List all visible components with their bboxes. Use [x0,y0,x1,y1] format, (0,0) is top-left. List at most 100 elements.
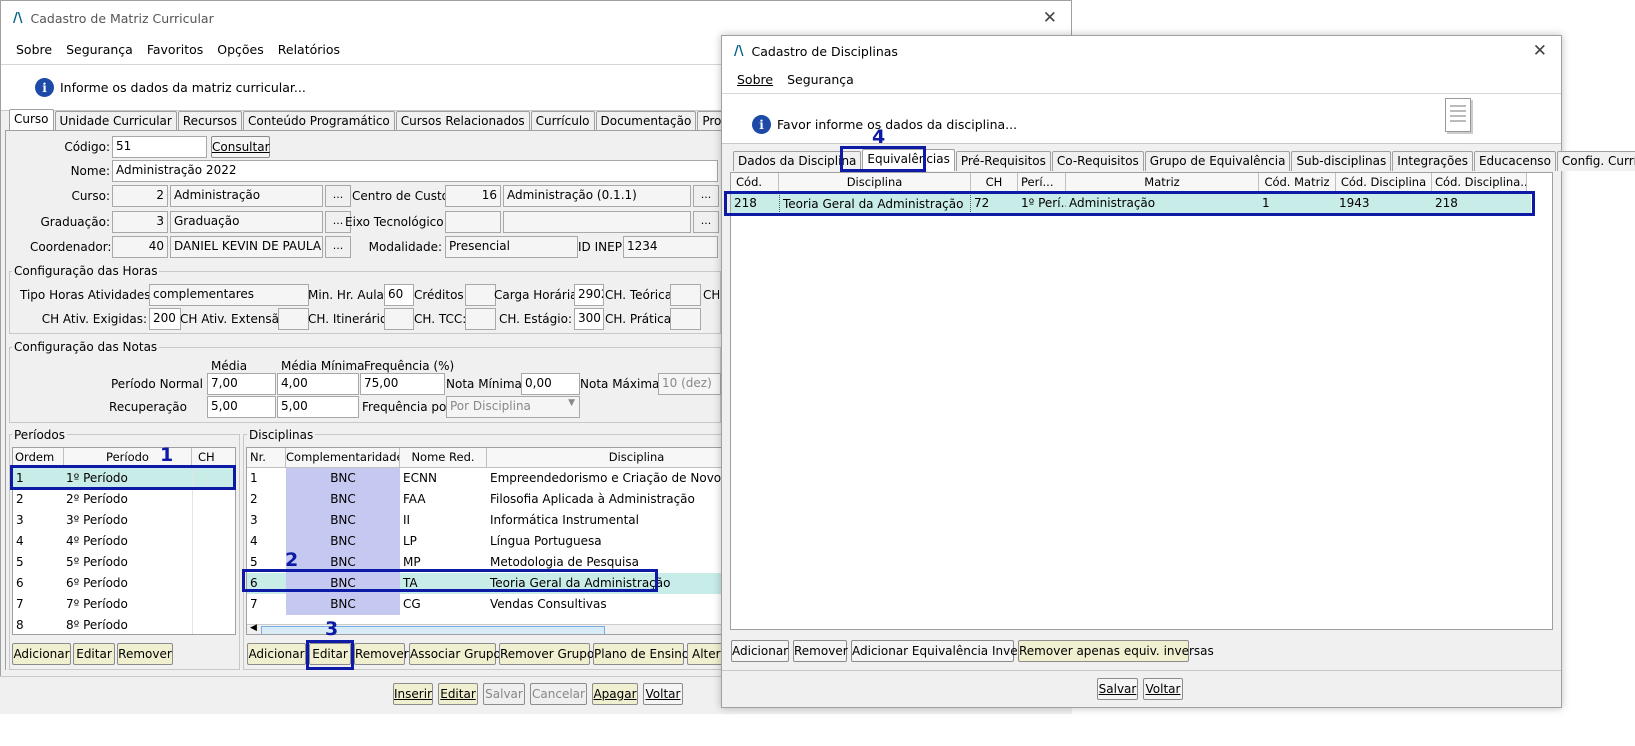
modalidade-field[interactable]: Presencial [445,236,578,258]
disc-salvar-button[interactable]: Salvar [1097,678,1138,700]
tab-curso[interactable]: Curso [9,109,54,131]
periodo-row[interactable]: 4 4º Período [13,531,235,552]
consultar-button[interactable]: Consultar [211,136,270,158]
coordenador-id-field[interactable]: 40 [112,236,168,258]
voltar-button[interactable]: Voltar [643,683,683,705]
periodo-row[interactable]: 2 2º Período [13,489,235,510]
eq-col-matriz[interactable]: Matriz [1066,173,1259,193]
graduacao-id-field[interactable]: 3 [112,211,168,233]
periodo-adicionar-button[interactable]: Adicionar [12,643,71,665]
eq-col-cod-disciplina[interactable]: Cód. Disciplina [1336,173,1432,193]
rec-media-field[interactable]: 5,00 [207,396,276,418]
min-aula-field[interactable]: 60 [384,284,414,306]
plano-ensino-button[interactable]: Plano de Ensino [593,643,689,665]
disc-close-icon[interactable]: ✕ [1533,41,1547,61]
eq-col-ch[interactable]: CH [971,173,1018,193]
menu-seguranca[interactable]: Segurança [66,42,133,57]
disc-voltar-button[interactable]: Voltar [1143,678,1183,700]
carga-field[interactable]: 2902 [574,284,604,306]
freq-por-select[interactable]: Por Disciplina ▼ [446,396,580,418]
tab-pre-requisitos[interactable]: Pré-Requisitos [955,151,1051,171]
menu-sobre[interactable]: Sobre [16,42,52,57]
periodo-row[interactable]: 5 5º Período [13,552,235,573]
apagar-button[interactable]: Apagar [592,683,638,705]
inserir-button[interactable]: Inserir [393,683,433,705]
periodo-row[interactable]: 6 6º Período [13,573,235,594]
col-nome-red[interactable]: Nome Red. [400,448,487,468]
curso-lookup-button[interactable]: ... [325,185,351,207]
ativ-exig-field[interactable]: 200 [149,308,181,330]
inep-field[interactable]: 1234 [623,236,718,258]
centro-custo-id-field[interactable]: 16 [445,185,501,207]
disc-menu-sobre[interactable]: Sobre [737,72,773,87]
tab-conteudo-programatico[interactable]: Conteúdo Programático [243,111,395,131]
tab-recursos[interactable]: Recursos [177,111,242,131]
equivalencia-row[interactable]: 218 Teoria Geral da Administração 72 1º … [731,193,1531,214]
col-ordem[interactable]: Ordem [13,448,64,468]
disciplina-row[interactable]: 6 BNC TA Teoria Geral da Administração [247,573,722,594]
eq-col-periodo[interactable]: Perí... [1018,173,1066,193]
curso-name-field[interactable]: Administração [170,185,323,207]
eixo-id-field[interactable] [445,211,501,233]
disc-remover-button[interactable]: Remover [354,643,409,665]
tab-documentacao[interactable]: Documentação [595,111,697,131]
tipo-horas-field[interactable]: complementares [149,284,309,306]
nota-min-field[interactable]: 0,00 [521,373,580,395]
eq-remover-button[interactable]: Remover [793,640,848,662]
curso-id-field[interactable]: 2 [112,185,168,207]
scroll-thumb[interactable] [261,626,605,634]
nota-max-select[interactable]: 10 (dez) [658,373,721,395]
tab-educacenso[interactable]: Educacenso [1473,151,1556,171]
disciplina-row[interactable]: 4 BNC LP Língua Portuguesa [247,531,722,552]
ch-teorica-field[interactable] [670,284,701,306]
scroll-left-icon[interactable]: ◀ [250,623,257,633]
rec-min-field[interactable]: 5,00 [277,396,359,418]
menu-relatorios[interactable]: Relatórios [278,42,340,57]
normal-freq-field[interactable]: 75,00 [360,373,445,395]
eixo-field[interactable] [503,211,691,233]
adicionar-equivalencia-inversa-button[interactable]: Adicionar Equivalência Inversa [851,640,1036,662]
remover-grupo-button[interactable]: Remover Grupo [499,643,594,665]
eq-col-cod[interactable]: Cód. [731,173,779,193]
normal-media-field[interactable]: 7,00 [207,373,276,395]
disciplina-row[interactable]: 3 BNC II Informática Instrumental [247,510,722,531]
tab-grupo-equivalencia[interactable]: Grupo de Equivalência [1144,151,1291,171]
tab-co-requisitos[interactable]: Co-Requisitos [1051,151,1144,171]
ch-pratica-field[interactable] [670,308,701,330]
tab-integracoes[interactable]: Integrações [1392,151,1473,171]
menu-opcoes[interactable]: Opções [217,42,264,57]
periodo-editar-button[interactable]: Editar [73,643,115,665]
itinerario-field[interactable] [384,308,414,330]
tab-dados-disciplina[interactable]: Dados da Disciplina [733,151,862,171]
periodo-row[interactable]: 8 8º Período [13,615,235,634]
close-icon[interactable]: ✕ [1043,8,1057,28]
salvar-button[interactable]: Salvar [483,683,525,705]
tab-cursos-relacionados[interactable]: Cursos Relacionados [395,111,530,131]
horizontal-scrollbar[interactable]: ◀ [247,623,722,634]
associar-grupo-button[interactable]: Associar Grupo [409,643,501,665]
tab-sub-disciplinas[interactable]: Sub-disciplinas [1291,151,1392,171]
col-disciplina[interactable]: Disciplina [487,448,722,468]
centro-custo-field[interactable]: Administração (0.1.1) [503,185,691,207]
coordenador-name-field[interactable]: DANIEL KEVIN DE PAULA [170,236,323,258]
disciplina-row[interactable]: 2 BNC FAA Filosofia Aplicada à Administraçã… [247,489,722,510]
disciplina-row[interactable]: 7 BNC CG Vendas Consultivas [247,594,722,615]
editar-button[interactable]: Editar [438,683,478,705]
eq-col-disciplina[interactable]: Disciplina [779,173,971,193]
col-nr[interactable]: Nr. [247,448,286,468]
periodo-row[interactable]: 7 7º Período [13,594,235,615]
codigo-field[interactable]: 51 [112,136,207,158]
eixo-lookup-button[interactable]: ... [693,211,719,233]
remover-equiv-inversas-button[interactable]: Remover apenas equiv. inversas [1018,640,1214,662]
tab-unidade-curricular[interactable]: Unidade Curricular [54,111,177,131]
tcc-field[interactable] [465,308,496,330]
periodo-row[interactable]: 1 1º Período [13,468,235,489]
tab-curriculo[interactable]: Currículo [530,111,595,131]
disciplina-row[interactable]: 1 BNC ECNN Empreendedorismo e Criação de No… [247,468,722,489]
disciplina-row[interactable]: 5 BNC MP Metodologia de Pesquisa [247,552,722,573]
nome-field[interactable]: Administração 2022 [112,160,718,182]
eq-adicionar-button[interactable]: Adicionar [731,640,789,662]
menu-favoritos[interactable]: Favoritos [147,42,203,57]
creditos-field[interactable] [465,284,496,306]
cancelar-button[interactable]: Cancelar [530,683,587,705]
